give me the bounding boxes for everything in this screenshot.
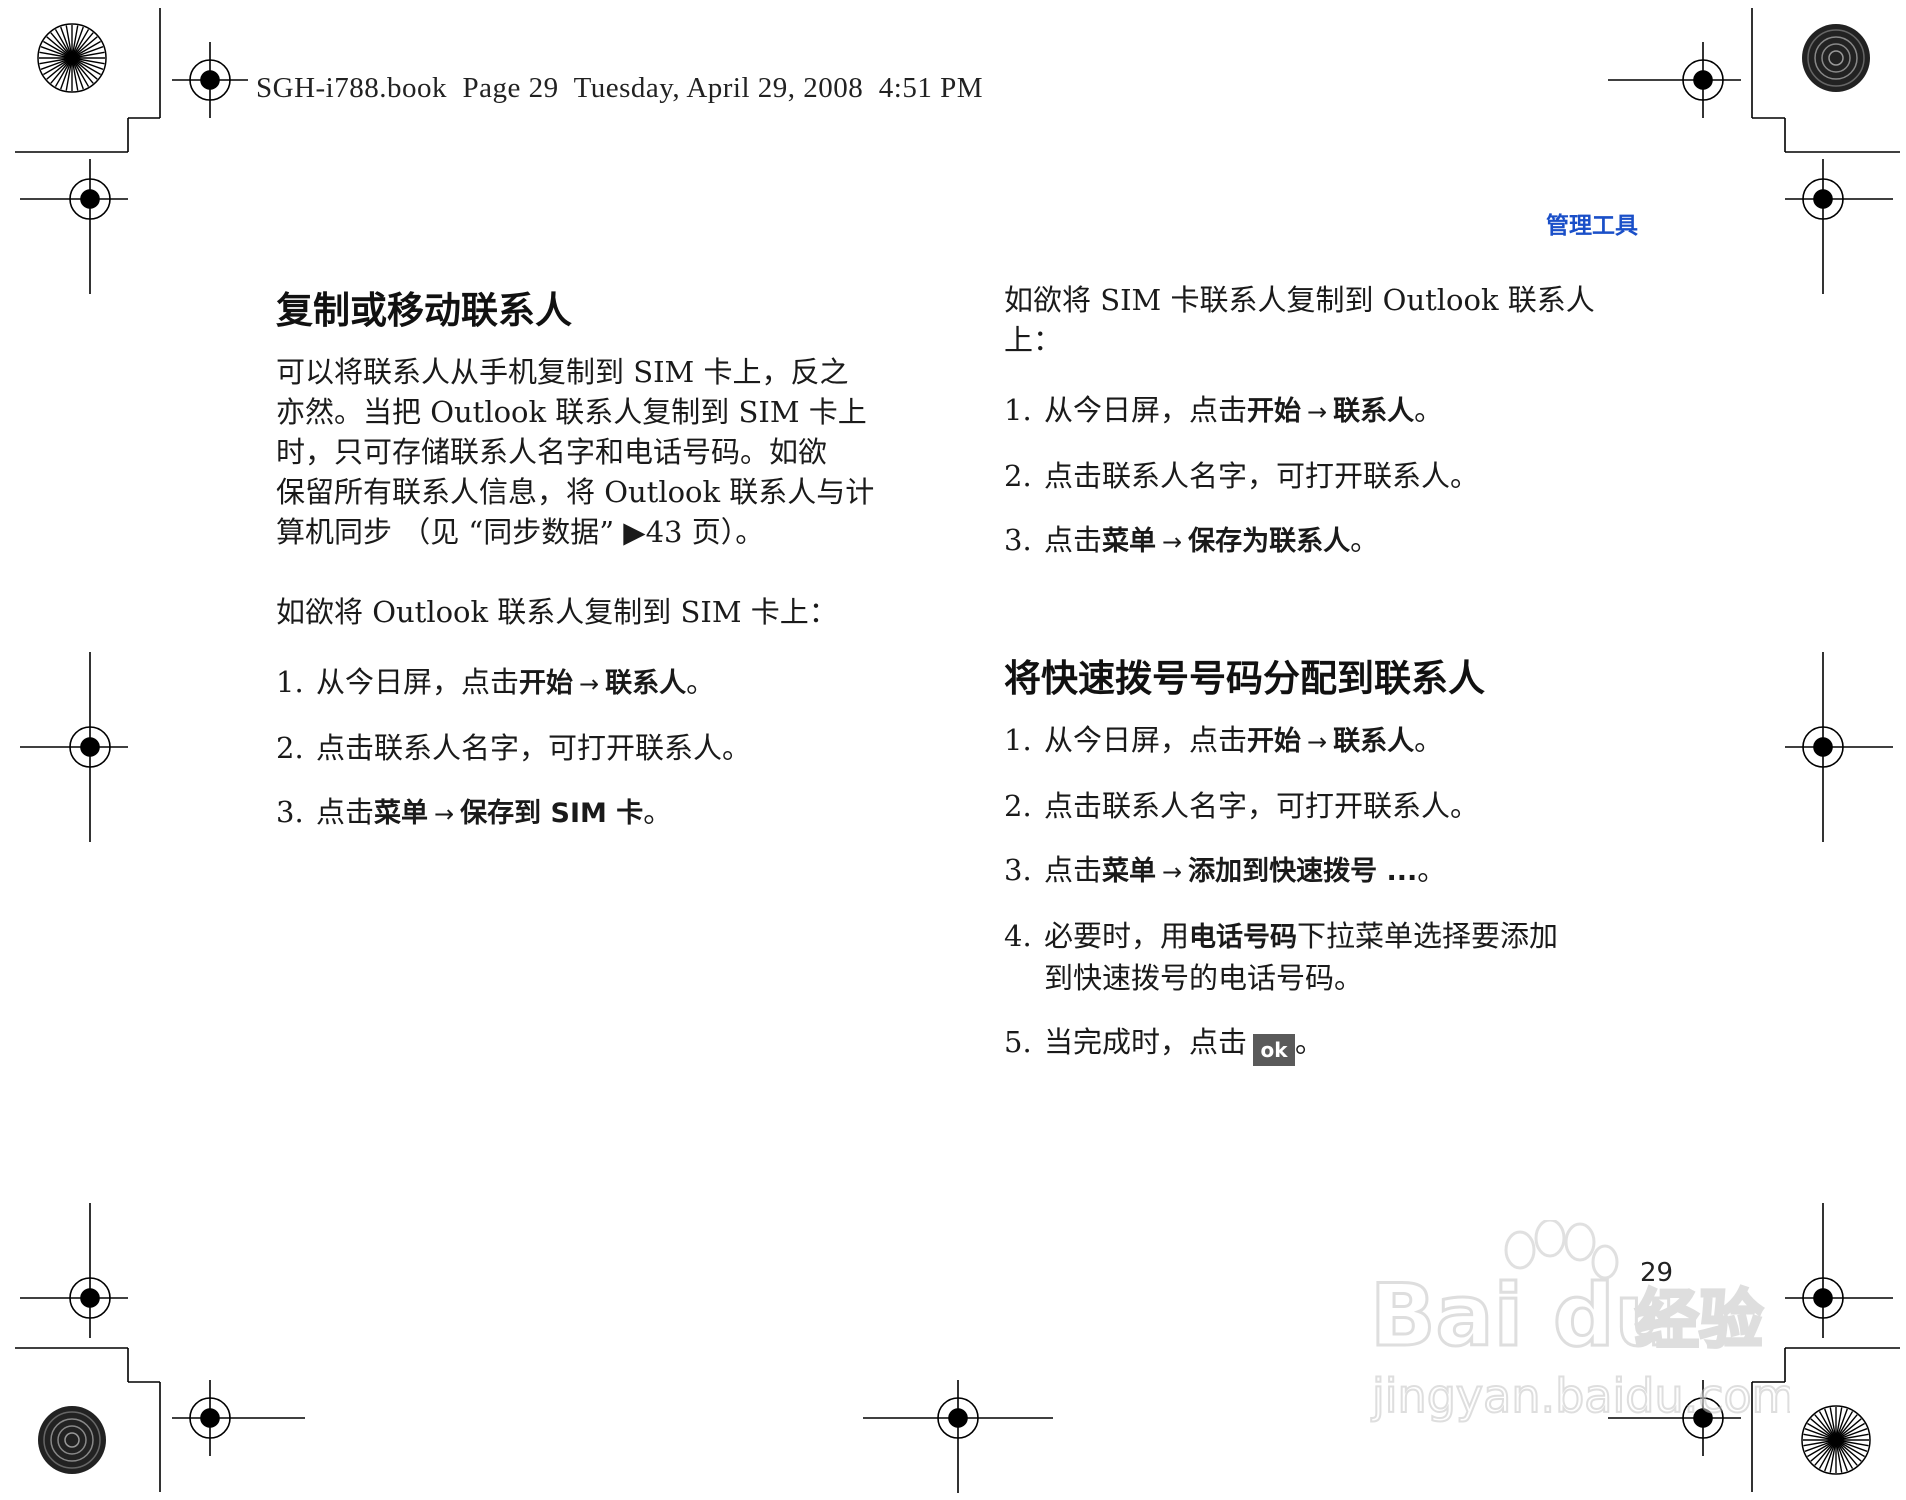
intro-line: 保留所有联系人信息，将 Outlook 联系人与计 <box>276 475 875 509</box>
ok-icon: ok <box>1253 1034 1296 1066</box>
intro-line: 可以将联系人从手机复制到 SIM 卡上，反之 <box>276 355 849 389</box>
svg-text:经验: 经验 <box>1635 1284 1763 1358</box>
arrow-icon: → <box>1162 858 1183 886</box>
list-item: 3. 点击菜单 → 保存到 SIM 卡。 <box>276 795 673 829</box>
list-item: 2. 点击联系人名字，可打开联系人。 <box>1004 459 1480 493</box>
add-to-speed-dial-label: 添加到快速拨号 ... <box>1188 856 1418 887</box>
start-menu-label: 开始 <box>1247 726 1302 757</box>
menu-label: 菜单 <box>1102 526 1157 557</box>
arrow-icon: → <box>1162 528 1183 556</box>
right-column: 如欲将 SIM 卡联系人复制到 Outlook 联系人 上： 1. 从今日屏，点击… <box>1004 280 1644 1090</box>
svg-text:jingyan.baidu.com: jingyan.baidu.com <box>1371 1369 1790 1423</box>
list-item: 5. 当完成时，点击 ok。 <box>1004 1022 1644 1066</box>
contacts-label: 联系人 <box>1333 726 1415 757</box>
list-item: 4. 必要时，用电话号码下拉菜单选择要添加 到快速拨号的电话号码。 <box>1004 919 1559 995</box>
intro-line: 算机同步 （见 “同步数据” ▶43 页）。 <box>276 515 765 549</box>
heading-speed-dial: 将快速拨号号码分配到联系人 <box>1004 657 1485 700</box>
steps-sim-to-outlook: 1. 从今日屏，点击开始 → 联系人。 2. 点击联系人名字，可打开联系人。 3. 点击菜… <box>1004 390 1644 562</box>
menu-label: 菜单 <box>374 798 429 829</box>
svg-text:Bai du: Bai du <box>1370 1266 1676 1366</box>
start-menu-label: 开始 <box>1247 396 1302 427</box>
arrow-icon: → <box>579 670 600 698</box>
list-item: 3. 点击菜单 → 添加到快速拨号 ...。 <box>1004 853 1447 887</box>
list-item: 2. 点击联系人名字，可打开联系人。 <box>1004 789 1480 823</box>
list-item: 1. 从今日屏，点击开始 → 联系人。 <box>1004 723 1444 757</box>
lead-sim-to-outlook: 如欲将 SIM 卡联系人复制到 Outlook 联系人 <box>1004 283 1595 317</box>
arrow-icon: → <box>434 800 455 828</box>
phone-number-label: 电话号码 <box>1189 922 1298 953</box>
list-item: 1. 从今日屏，点击开始 → 联系人。 <box>276 665 716 699</box>
left-column: 复制或移动联系人 可以将联系人从手机复制到 SIM 卡上，反之 亦然。当把 Ou… <box>276 280 926 858</box>
start-menu-label: 开始 <box>519 668 574 699</box>
save-to-sim-label: 保存到 SIM 卡 <box>460 798 644 829</box>
arrow-icon: → <box>1307 728 1328 756</box>
lead-sim-to-outlook: 上： <box>1004 323 1063 357</box>
section-label: 管理工具 <box>1546 213 1638 239</box>
heading-copy-move-contacts: 复制或移动联系人 <box>276 289 572 332</box>
menu-label: 菜单 <box>1102 856 1157 887</box>
contacts-label: 联系人 <box>605 668 687 699</box>
contacts-label: 联系人 <box>1333 396 1415 427</box>
list-item: 2. 点击联系人名字，可打开联系人。 <box>276 731 752 765</box>
arrow-icon: → <box>1307 398 1328 426</box>
steps-outlook-to-sim: 1. 从今日屏，点击开始 → 联系人。 2. 点击联系人名字，可打开联系人。 3. 点击菜… <box>276 662 926 834</box>
baidu-watermark: Bai du 经验 jingyan.baidu.com <box>1369 1220 1790 1424</box>
print-slug: SGH-i788.book Page 29 Tuesday, April 29,… <box>256 72 984 104</box>
list-item: 1. 从今日屏，点击开始 → 联系人。 <box>1004 393 1444 427</box>
lead-outlook-to-sim: 如欲将 Outlook 联系人复制到 SIM 卡上： <box>276 595 838 629</box>
list-item: 3. 点击菜单 → 保存为联系人。 <box>1004 523 1380 557</box>
intro-line: 时，只可存储联系人名字和电话号码。如欲 <box>276 435 828 469</box>
steps-speed-dial: 1. 从今日屏，点击开始 → 联系人。 2. 点击联系人名字，可打开联系人。 3. 点击菜… <box>1004 720 1644 1066</box>
save-as-contact-label: 保存为联系人 <box>1188 526 1351 557</box>
intro-line: 亦然。当把 Outlook 联系人复制到 SIM 卡上 <box>276 395 867 429</box>
